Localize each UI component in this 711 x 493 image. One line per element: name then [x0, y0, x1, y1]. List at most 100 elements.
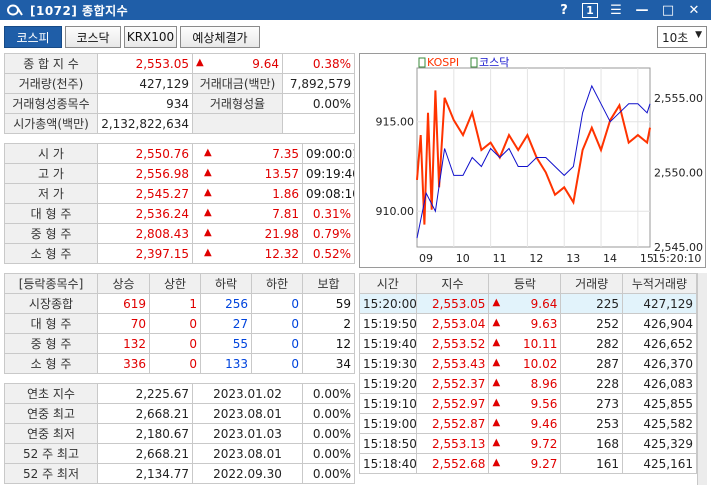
price-row: 소 형 주 2,397.15 ▲ 12.32 0.52%	[4, 243, 355, 264]
prices-table: 시 가2,550.76 ▲ 7.3509:00:01 고 가2,556.98 ▲ 13.5…	[4, 143, 355, 264]
link-number-button[interactable]: 1	[577, 0, 603, 20]
breadth-row: 대 형 주 70 0 27 0 2	[4, 313, 355, 334]
up-arrow-icon: ▲	[204, 226, 212, 238]
ticks-scrollbar[interactable]	[697, 273, 707, 485]
tick-time: 15:19:10	[359, 393, 417, 414]
price-row: 대 형 주 2,536.24 ▲ 7.81 0.31%	[4, 203, 355, 224]
yearly-label: 연중 최고	[4, 403, 98, 424]
table-row[interactable]: 15:19:20 2,552.37 ▲ 8.96 228 426,083	[359, 373, 698, 394]
tick-change-value: 9.46	[530, 416, 558, 431]
summary-label: 종 합 지 수	[4, 53, 98, 74]
index-value: 2,553.05	[97, 53, 193, 74]
yearly-label: 52 주 최저	[4, 463, 98, 484]
breadth-header: [등락종목수] 상승 상한 하락 하한 보합	[4, 273, 355, 294]
price-change: ▲ 21.98	[192, 223, 303, 244]
yearly-label: 연중 최저	[4, 423, 98, 444]
summary-label: 거래량(천주)	[4, 73, 98, 94]
yearly-rate: 0.00%	[302, 463, 355, 484]
breadth-header-cell: 상한	[149, 273, 201, 294]
help-icon[interactable]: ?	[551, 0, 577, 20]
summary-row-index: 종 합 지 수 2,553.05 ▲ 9.64 0.38%	[4, 53, 355, 74]
breadth-header-cell: 보합	[302, 273, 355, 294]
yearly-date: 2023.01.02	[192, 383, 303, 404]
tab-krx100[interactable]: KRX100	[124, 26, 177, 48]
tick-change: ▲ 10.11	[488, 333, 562, 354]
tab-expected-price[interactable]: 예상체결가	[180, 26, 260, 48]
price-change-value: 7.35	[272, 146, 299, 161]
table-row[interactable]: 15:19:50 2,553.04 ▲ 9.63 252 426,904	[359, 313, 698, 334]
tick-time: 15:19:20	[359, 373, 417, 394]
plot-area	[416, 67, 651, 248]
ticks-header: 시간 지수 등락 거래량 누적거래량	[359, 273, 698, 294]
maximize-icon[interactable]: □	[655, 0, 681, 20]
tick-index: 2,553.04	[415, 313, 490, 334]
tick-change: ▲ 9.64	[488, 293, 562, 314]
price-extra: 09:08:10	[302, 183, 355, 204]
up-arrow-icon: ▲	[204, 206, 212, 218]
yearly-row: 연중 최고 2,668.21 2023.08.01 0.00%	[4, 403, 355, 424]
tick-cumulative: 426,370	[621, 353, 698, 374]
breadth-down: 27	[200, 313, 252, 334]
legend-checkbox-icon[interactable]	[418, 57, 426, 68]
close-icon[interactable]: ✕	[681, 0, 707, 20]
table-row[interactable]: 15:19:00 2,552.87 ▲ 9.46 253 425,582	[359, 413, 698, 434]
table-row[interactable]: 15:18:40 2,552.68 ▲ 9.27 161 425,161	[359, 453, 698, 474]
breadth-up: 619	[97, 293, 150, 314]
tick-change-value: 8.96	[530, 376, 558, 391]
tick-change: ▲ 9.27	[488, 453, 562, 474]
price-change-value: 13.57	[264, 166, 299, 181]
tick-cumulative: 426,652	[621, 333, 698, 354]
summary-label: 시가총액(백만)	[4, 113, 98, 134]
y-left-tick-label: 915.00	[376, 116, 415, 129]
volume-value: 427,129	[97, 73, 193, 94]
up-arrow-icon: ▲	[204, 146, 212, 158]
tick-cumulative: 425,855	[621, 393, 698, 414]
tick-cumulative: 427,129	[621, 293, 698, 314]
breadth-down: 256	[200, 293, 252, 314]
breadth-down: 55	[200, 333, 252, 354]
tick-index: 2,553.43	[415, 353, 490, 374]
ticks-header-cell: 시간	[359, 273, 417, 294]
price-label: 고 가	[4, 163, 98, 184]
up-arrow-icon: ▲	[492, 316, 501, 328]
x-tick-label: 11	[493, 252, 507, 265]
y-right-tick-label: 2,555.00	[654, 92, 703, 105]
tick-volume: 225	[560, 293, 623, 314]
price-change: ▲ 13.57	[192, 163, 303, 184]
tick-change-value: 9.64	[530, 296, 558, 311]
tab-kosdaq[interactable]: 코스닥	[65, 26, 121, 48]
amount-value: 7,892,579	[282, 73, 355, 94]
table-row[interactable]: 15:19:40 2,553.52 ▲ 10.11 282 426,652	[359, 333, 698, 354]
breadth-label: 시장종합	[4, 293, 98, 314]
table-row[interactable]: 15:19:30 2,553.43 ▲ 10.02 287 426,370	[359, 353, 698, 374]
index-chart[interactable]: 09 10 11 12 13 14 15 15:20:10 915.00 910.00 2,555.…	[359, 53, 706, 268]
legend-checkbox-icon[interactable]	[470, 57, 478, 68]
menu-icon[interactable]: ☰	[603, 0, 629, 20]
breadth-up: 70	[97, 313, 150, 334]
table-row[interactable]: 15:20:00 2,553.05 ▲ 9.64 225 427,129	[359, 293, 698, 314]
table-row[interactable]: 15:18:50 2,553.13 ▲ 9.72 168 425,329	[359, 433, 698, 454]
tick-cumulative: 426,083	[621, 373, 698, 394]
price-value: 2,545.27	[97, 183, 193, 204]
ticks-header-cell: 지수	[415, 273, 490, 294]
y-right-tick-label: 2,550.00	[654, 166, 703, 179]
issues-value: 934	[97, 93, 193, 114]
minimize-icon[interactable]: —	[629, 0, 655, 20]
yearly-label: 연초 지수	[4, 383, 98, 404]
tab-kospi[interactable]: 코스피	[4, 26, 62, 48]
breadth-down: 133	[200, 353, 252, 374]
chart-svg: 09 10 11 12 13 14 1515:20:10915.00910.002,555.…	[376, 56, 703, 265]
yearly-value: 2,668.21	[97, 443, 193, 464]
tick-volume: 252	[560, 313, 623, 334]
interval-select[interactable]: 10초 ▼	[657, 26, 707, 48]
index-change-value: 9.64	[252, 56, 279, 71]
tick-index: 2,552.68	[415, 453, 490, 474]
yearly-row: 연중 최저 2,180.67 2023.01.03 0.00%	[4, 423, 355, 444]
breadth-lower: 0	[251, 353, 303, 374]
table-row[interactable]: 15:19:10 2,552.97 ▲ 9.56 273 425,855	[359, 393, 698, 414]
price-change: ▲ 7.35	[192, 143, 303, 164]
price-row: 중 형 주 2,808.43 ▲ 21.98 0.79%	[4, 223, 355, 244]
tick-cumulative: 425,161	[621, 453, 698, 474]
breadth-label: 대 형 주	[4, 313, 98, 334]
tick-index: 2,552.97	[415, 393, 490, 414]
